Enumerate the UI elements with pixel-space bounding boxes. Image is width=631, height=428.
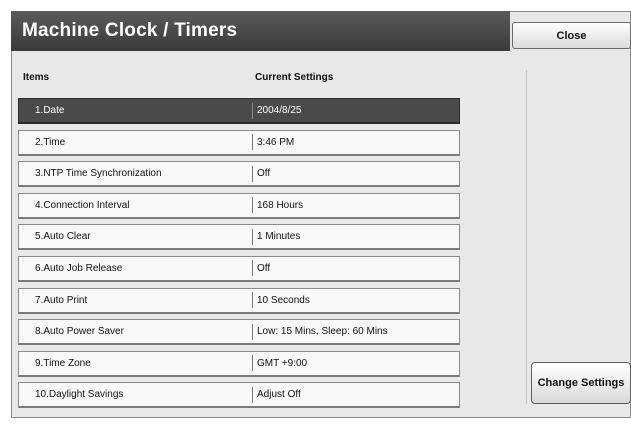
window-title: Machine Clock / Timers (11, 11, 510, 51)
row-current-value: 10 Seconds (257, 294, 310, 306)
settings-row-ntp-time-synchronization[interactable]: 3.NTP Time Synchronization Off (18, 161, 460, 188)
row-item-label: 5.Auto Clear (35, 231, 91, 243)
row-current-value: Adjust Off (257, 389, 301, 401)
row-item-label: 9.Time Zone (35, 357, 91, 369)
row-item-label: 10.Daylight Savings (35, 389, 124, 401)
settings-row-auto-print[interactable]: 7.Auto Print 10 Seconds (18, 287, 460, 314)
vertical-divider (526, 70, 527, 404)
settings-row-date[interactable]: 1.Date 2004/8/25 (18, 98, 460, 124)
settings-row-daylight-savings[interactable]: 10.Daylight Savings Adjust Off (18, 382, 460, 409)
change-settings-button[interactable]: Change Settings (531, 362, 631, 404)
row-item-label: 6.Auto Job Release (35, 262, 123, 274)
row-item-label: 3.NTP Time Synchronization (35, 168, 162, 180)
row-current-value: 3:46 PM (257, 136, 295, 148)
row-current-value: Off (257, 168, 271, 180)
row-item-label: 7.Auto Print (35, 294, 88, 306)
settings-row-time-zone[interactable]: 9.Time Zone GMT +9:00 (18, 350, 460, 377)
row-item-label: 8.Auto Power Saver (35, 326, 124, 338)
row-current-value: 2004/8/25 (257, 105, 302, 116)
settings-row-auto-power-saver[interactable]: 8.Auto Power Saver Low: 15 Mins, Sleep: … (18, 319, 460, 346)
settings-row-auto-clear[interactable]: 5.Auto Clear 1 Minutes (18, 224, 460, 251)
column-header-items: Items (23, 72, 50, 83)
settings-row-auto-job-release[interactable]: 6.Auto Job Release Off (18, 255, 460, 282)
settings-list: 1.Date 2004/8/25 2.Time 3:46 PM 3.NTP Ti… (18, 98, 460, 414)
settings-row-connection-interval[interactable]: 4.Connection Interval 168 Hours (18, 192, 460, 219)
row-item-label: 1.Date (35, 105, 65, 116)
row-item-label: 4.Connection Interval (35, 199, 130, 211)
column-header-current-settings: Current Settings (255, 72, 334, 83)
row-current-value: 168 Hours (257, 199, 304, 211)
close-button[interactable]: Close (512, 22, 631, 49)
row-current-value: Off (257, 262, 271, 274)
row-current-value: 1 Minutes (257, 231, 301, 243)
row-item-label: 2.Time (35, 136, 66, 148)
settings-row-time[interactable]: 2.Time 3:46 PM (18, 129, 460, 156)
row-current-value: GMT +9:00 (257, 357, 308, 369)
row-current-value: Low: 15 Mins, Sleep: 60 Mins (257, 326, 388, 338)
